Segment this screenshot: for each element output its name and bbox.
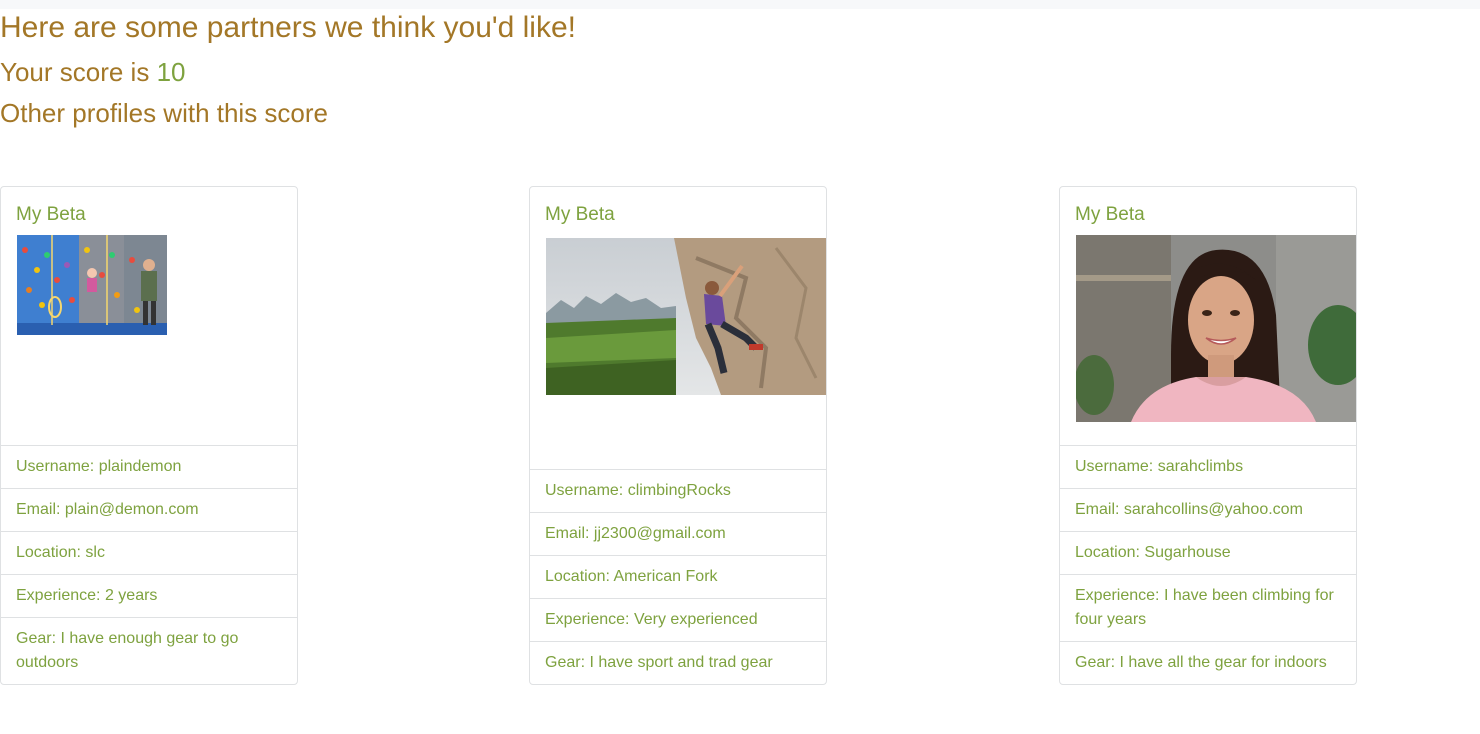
location-label: Location: — [1075, 544, 1140, 561]
email-value: sarahcollins@yahoo.com — [1123, 501, 1303, 518]
other-profiles-heading: Other profiles with this score — [0, 98, 329, 128]
experience-item: Experience: 2 years — [1, 574, 297, 617]
profile-photo — [546, 238, 826, 395]
email-label: Email: — [545, 525, 590, 542]
profile-card: My Beta Username: plaindemon Email: plain@… — [0, 186, 298, 685]
profile-details: Username: sarahclimbs Email: sarahcollins@… — [1060, 445, 1356, 684]
email-value: plain@demon.com — [64, 501, 199, 518]
score-heading: Your score is 10 — [0, 56, 186, 88]
email-item: Email: sarahcollins@yahoo.com — [1060, 488, 1356, 531]
location-item: Location: Sugarhouse — [1060, 531, 1356, 574]
card-title: My Beta — [545, 204, 615, 225]
experience-value: Very experienced — [633, 611, 758, 628]
experience-value: 2 years — [104, 587, 158, 604]
score-label: Your score is — [0, 57, 150, 87]
card-title: My Beta — [16, 204, 86, 225]
username-label: Username: — [1075, 458, 1154, 475]
location-value: Sugarhouse — [1144, 544, 1231, 561]
profile-details: Username: plaindemon Email: plain@demon.co… — [1, 445, 297, 684]
profile-photo — [1076, 235, 1356, 422]
gear-label: Gear: — [16, 630, 57, 647]
username-label: Username: — [545, 482, 624, 499]
experience-item: Experience: Very experienced — [530, 598, 826, 641]
gear-label: Gear: — [1075, 654, 1116, 671]
username-item: Username: climbingRocks — [530, 469, 826, 512]
page-title: Here are some partners we think you'd li… — [0, 11, 576, 44]
location-label: Location: — [16, 544, 81, 561]
location-value: American Fork — [613, 568, 718, 585]
top-bar — [0, 0, 1480, 9]
email-item: Email: jj2300@gmail.com — [530, 512, 826, 555]
experience-label: Experience: — [545, 611, 630, 628]
email-label: Email: — [1075, 501, 1120, 518]
card-title: My Beta — [1075, 204, 1145, 225]
profile-photo — [17, 235, 167, 335]
username-label: Username: — [16, 458, 95, 475]
email-label: Email: — [16, 501, 61, 518]
profile-card: My Beta Username: sarahclimbs Email: sarah… — [1059, 186, 1357, 685]
score-value: 10 — [156, 57, 186, 87]
email-value: jj2300@gmail.com — [593, 525, 726, 542]
experience-label: Experience: — [16, 587, 101, 604]
username-item: Username: sarahclimbs — [1060, 445, 1356, 488]
location-value: slc — [85, 544, 105, 561]
profile-details: Username: climbingRocks Email: jj2300@gmai… — [530, 469, 826, 684]
location-item: Location: American Fork — [530, 555, 826, 598]
location-label: Location: — [545, 568, 610, 585]
username-value: plaindemon — [98, 458, 182, 475]
gear-item: Gear: I have sport and trad gear — [530, 641, 826, 684]
gear-label: Gear: — [545, 654, 586, 671]
gear-item: Gear: I have all the gear for indoors — [1060, 641, 1356, 684]
profile-card: My Beta Username: climbingRocks Email: j… — [529, 186, 827, 685]
email-item: Email: plain@demon.com — [1, 488, 297, 531]
username-value: sarahclimbs — [1157, 458, 1244, 475]
username-item: Username: plaindemon — [1, 445, 297, 488]
gear-item: Gear: I have enough gear to go outdoors — [1, 617, 297, 684]
location-item: Location: slc — [1, 531, 297, 574]
gear-value: I have all the gear for indoors — [1119, 654, 1327, 671]
gear-value: I have sport and trad gear — [589, 654, 773, 671]
experience-item: Experience: I have been climbing for four… — [1060, 574, 1356, 641]
username-value: climbingRocks — [627, 482, 731, 499]
experience-label: Experience: — [1075, 587, 1160, 604]
